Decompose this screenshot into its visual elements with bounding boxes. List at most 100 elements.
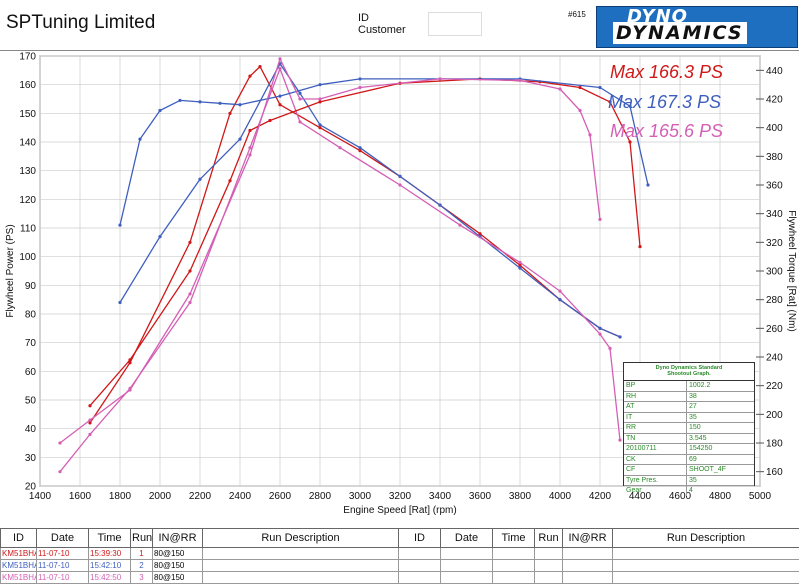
series-point bbox=[138, 137, 142, 141]
col-date-2: Date bbox=[440, 528, 493, 548]
run-id-2 bbox=[398, 559, 441, 572]
legend-row: BP 1002.2 bbox=[624, 381, 754, 392]
series-point bbox=[278, 94, 282, 98]
series-point bbox=[118, 300, 122, 305]
run-time-2 bbox=[492, 559, 535, 572]
legend-value: 35 bbox=[689, 476, 697, 484]
y2-tick-label: 200 bbox=[766, 410, 783, 421]
col-time-2: Time bbox=[492, 528, 535, 548]
legend-key: Tyre Pres. bbox=[624, 475, 687, 485]
series-point bbox=[128, 358, 132, 362]
series-point bbox=[518, 78, 522, 82]
series-point bbox=[268, 118, 272, 123]
series-point bbox=[318, 126, 322, 130]
run-time: 15:39:30 bbox=[88, 547, 131, 560]
legend-key: RH bbox=[624, 391, 687, 401]
col-id-2: ID bbox=[398, 528, 441, 548]
legend-row: Tyre Pres. 35 bbox=[624, 475, 754, 486]
table-row: KM51BHA 11-07-10 15:42:10 2 80@150 bbox=[0, 559, 799, 572]
series-point bbox=[358, 149, 362, 153]
y-tick-label: 100 bbox=[19, 252, 36, 263]
x-tick-label: 4200 bbox=[589, 491, 612, 502]
run-number-2 bbox=[534, 559, 563, 572]
logo-bottom-text: DYNAMICS bbox=[613, 22, 747, 44]
series-point bbox=[298, 91, 302, 95]
legend-key: CF bbox=[624, 465, 687, 475]
series-point bbox=[298, 97, 302, 101]
y2-tick-label: 160 bbox=[766, 467, 783, 478]
series-point bbox=[248, 146, 252, 150]
y-tick-label: 30 bbox=[25, 453, 37, 464]
series-point bbox=[88, 432, 92, 436]
series-point bbox=[248, 153, 252, 157]
run-time: 15:42:10 bbox=[88, 559, 131, 572]
series-point bbox=[458, 223, 462, 227]
run-number: 3 bbox=[130, 571, 153, 584]
series-point bbox=[638, 245, 642, 249]
series-point bbox=[358, 77, 362, 81]
run-in-rr: 80@150 bbox=[152, 559, 203, 572]
x-tick-label: 2600 bbox=[269, 491, 292, 502]
y2-tick-label: 300 bbox=[766, 267, 783, 278]
series-point bbox=[478, 232, 482, 236]
x-tick-label: 3600 bbox=[469, 491, 492, 502]
table-row: KM51BHA 11-07-10 15:39:30 1 80@150 bbox=[0, 547, 799, 560]
series-point bbox=[318, 100, 322, 104]
y-tick-label: 70 bbox=[25, 338, 37, 349]
max-label-run3: Max 165.6 PS bbox=[610, 121, 724, 141]
series-point bbox=[118, 223, 122, 227]
run-in-rr: 80@150 bbox=[152, 571, 203, 584]
series-point bbox=[248, 74, 252, 78]
run-number: 2 bbox=[130, 559, 153, 572]
run-id: KM51BHA bbox=[0, 571, 37, 584]
y-tick-label: 130 bbox=[19, 166, 36, 177]
run-description bbox=[202, 547, 399, 560]
series-point bbox=[598, 332, 602, 336]
col-time: Time bbox=[88, 528, 131, 548]
run-in-rr-2 bbox=[562, 547, 613, 560]
run-table-header: ID Date Time Run IN@RR Run Description I… bbox=[0, 528, 799, 548]
series-point bbox=[358, 85, 362, 90]
series-point bbox=[338, 146, 342, 150]
run-in-rr: 80@150 bbox=[152, 547, 203, 560]
series-point bbox=[618, 335, 622, 339]
y-axis-label: Flywheel Power (PS) bbox=[5, 224, 16, 317]
legend-row: AT 27 bbox=[624, 402, 754, 413]
serial-number: #615 bbox=[568, 10, 586, 19]
series-point bbox=[438, 203, 442, 207]
series-point bbox=[588, 133, 592, 137]
legend-value: SHOOT_4F bbox=[689, 466, 726, 473]
run-id-2 bbox=[398, 571, 441, 584]
legend-row: CF SHOOT_4F bbox=[624, 465, 754, 476]
series-point bbox=[358, 146, 362, 150]
series-point bbox=[558, 87, 562, 91]
run-time: 15:42:50 bbox=[88, 571, 131, 584]
run-in-rr-2 bbox=[562, 559, 613, 572]
y2-tick-label: 320 bbox=[766, 238, 783, 249]
series-point bbox=[188, 269, 192, 273]
series-point bbox=[248, 128, 252, 133]
col-run-description: Run Description bbox=[202, 528, 399, 548]
run-description-2 bbox=[612, 547, 799, 560]
legend-value: 69 bbox=[689, 455, 697, 463]
run-number-2 bbox=[534, 571, 563, 584]
legend-row: TN 3.545 bbox=[624, 433, 754, 444]
legend-key: RR bbox=[624, 423, 687, 433]
x-tick-label: 4000 bbox=[549, 491, 572, 502]
legend-row: RH 38 bbox=[624, 391, 754, 402]
series-point bbox=[438, 77, 442, 81]
run-date: 11-07-10 bbox=[36, 547, 89, 560]
x-tick-label: 1600 bbox=[69, 491, 92, 502]
series-point bbox=[188, 300, 192, 305]
run-in-rr-2 bbox=[562, 571, 613, 584]
series-point bbox=[198, 177, 202, 181]
series-point bbox=[608, 346, 612, 350]
y2-tick-label: 260 bbox=[766, 324, 783, 335]
legend-rows: BP 1002.2 RH 38 AT 27 IT 35 RR 150 TN 3.545 20100711… bbox=[624, 381, 754, 496]
legend-value: 4 bbox=[689, 487, 693, 494]
max-label-run1: Max 166.3 PS bbox=[610, 62, 724, 82]
x-tick-label: 3200 bbox=[389, 491, 412, 502]
company-name: SPTuning Limited bbox=[6, 12, 156, 33]
y-tick-label: 140 bbox=[19, 138, 36, 149]
table-row: KM51BHA 11-07-10 15:42:50 3 80@150 bbox=[0, 571, 799, 584]
